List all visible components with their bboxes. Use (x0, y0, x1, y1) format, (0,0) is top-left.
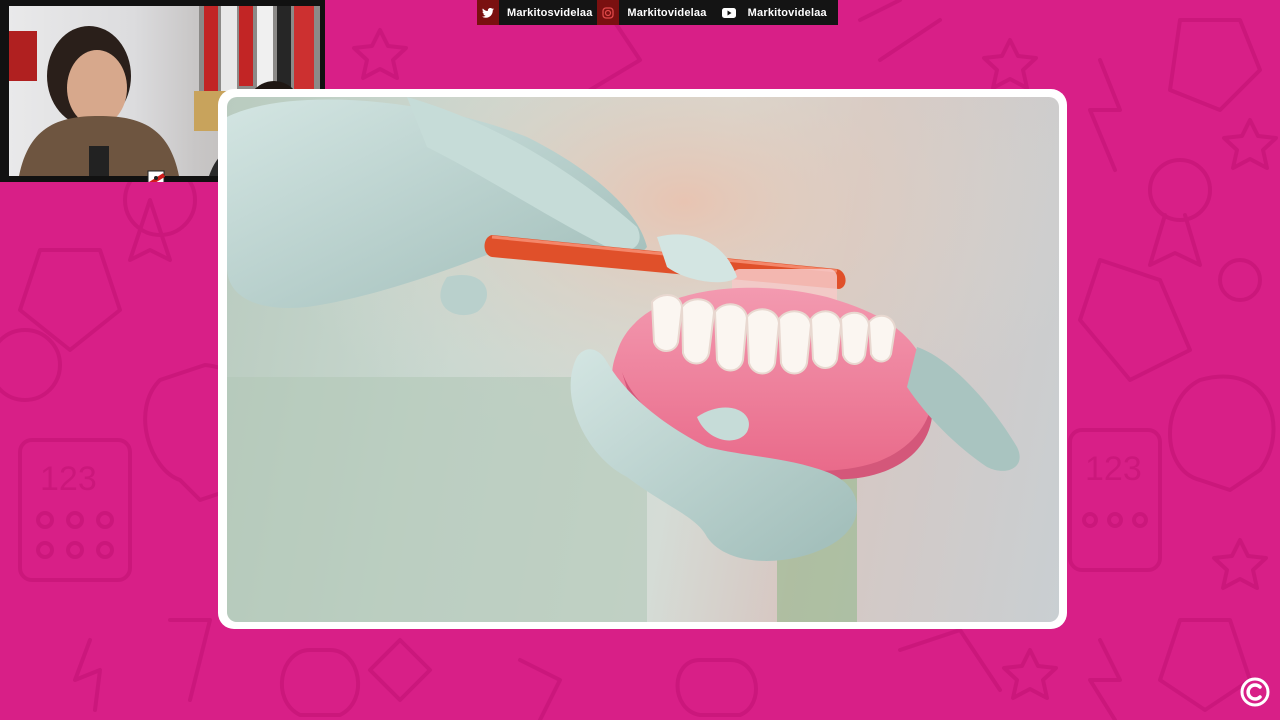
youtube-handle: Markitovidelaa (747, 6, 827, 19)
river-plate-crest-icon (146, 169, 166, 182)
social-item-twitter[interactable]: Markitosvidelaa (477, 0, 597, 25)
instagram-icon (597, 0, 620, 25)
social-handles-bar: Markitosvidelaa Markitovidelaa Markitovi… (477, 0, 838, 25)
twitter-handle: Markitosvidelaa (507, 6, 593, 19)
social-item-youtube[interactable]: Markitovidelaa (717, 0, 838, 25)
video-frame (218, 89, 1067, 629)
instagram-handle: Markitovidelaa (627, 6, 707, 19)
svg-text:123: 123 (40, 460, 97, 498)
video-scene (227, 97, 1059, 622)
twitter-icon (477, 0, 499, 25)
video-player[interactable] (227, 97, 1059, 622)
svg-text:123: 123 (1085, 450, 1142, 488)
channel-c-logo-icon (1240, 677, 1270, 707)
youtube-icon (717, 0, 740, 25)
social-item-instagram[interactable]: Markitovidelaa (597, 0, 717, 25)
